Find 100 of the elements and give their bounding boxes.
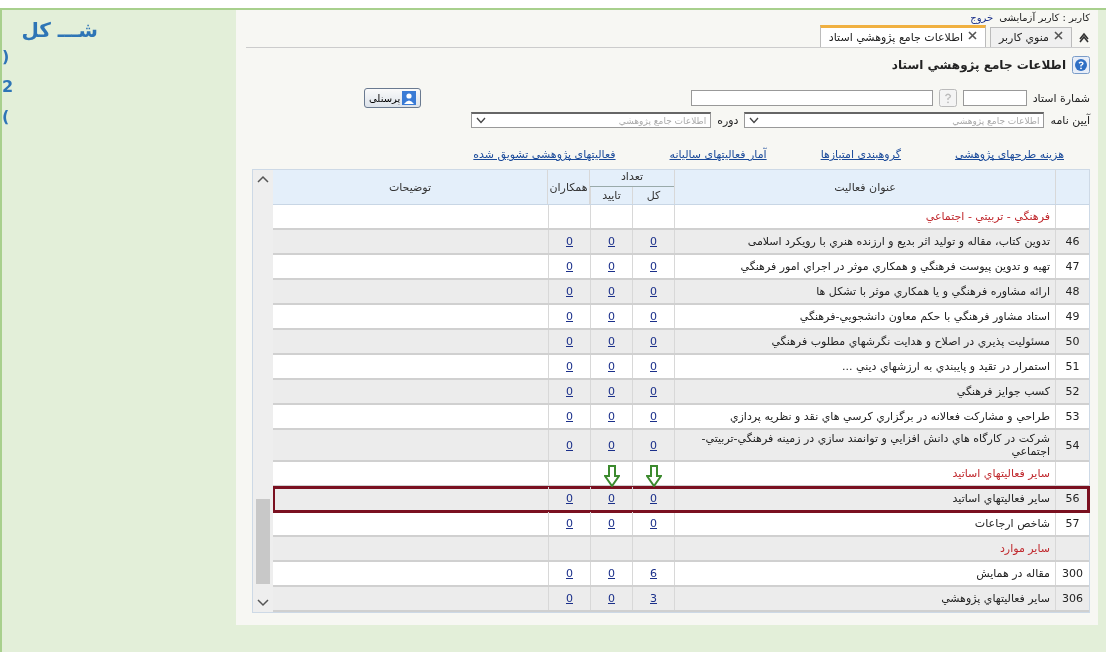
table-cell: شاخص ارجاعات — [674, 512, 1055, 535]
table-cell: 52 — [1055, 380, 1089, 403]
caption-mark: ) — [2, 46, 11, 68]
table-cell: تدوین کتاب، مقاله و تولید اثر بدیع و ارزنده هنري با رویکرد اسلامی — [674, 230, 1055, 253]
count-link[interactable]: 0 — [650, 410, 657, 423]
count-link[interactable]: 0 — [566, 335, 573, 348]
count-link[interactable]: 3 — [650, 592, 657, 605]
table-cell: 48 — [1055, 280, 1089, 303]
count-link[interactable]: 0 — [608, 592, 615, 605]
logout-link[interactable]: خروج — [970, 12, 994, 23]
count-link[interactable]: 0 — [650, 517, 657, 530]
collapse-icon[interactable] — [1078, 31, 1090, 43]
close-icon[interactable] — [1054, 31, 1063, 40]
table-cell: 306 — [1055, 587, 1089, 610]
table-cell: 47 — [1055, 255, 1089, 278]
count-link[interactable]: 0 — [650, 492, 657, 505]
count-link[interactable]: 0 — [566, 567, 573, 580]
field-label: دوره — [717, 113, 739, 127]
nav-link[interactable]: هزینه طرحهای پژوهشی — [954, 148, 1064, 161]
scrollbar[interactable] — [253, 170, 273, 612]
count-link[interactable]: 0 — [608, 492, 615, 505]
table-cell: مسئوليت پذيري در اصلاح و هدايت نگرشهاي مطلوب فرهنگي — [674, 330, 1055, 353]
table-cell: مقاله در همايش — [674, 562, 1055, 585]
count-link[interactable]: 0 — [650, 260, 657, 273]
figure-caption: شـــ کل — [20, 18, 98, 42]
close-icon[interactable] — [967, 31, 977, 40]
professor-number-field[interactable] — [962, 90, 1027, 106]
count-link[interactable]: 6 — [650, 567, 657, 580]
tab[interactable]: اطلاعات جامع پژوهشي استاد — [819, 25, 986, 47]
table-cell: شرکت در کارگاه هاي دانش افزايي و توانمند سازي در زمينه فرهنگي-تربيتي-اجتماعي — [674, 430, 1055, 460]
count-link[interactable]: 0 — [566, 410, 573, 423]
count-link[interactable]: 0 — [566, 285, 573, 298]
column-header: توضیحات — [387, 179, 433, 196]
table-cell: طراحي و مشارکت فعالانه در برگزاري کرسي هاي نقد و نظريه پردازي — [674, 405, 1055, 428]
field-label: شمارة استاد — [1032, 91, 1090, 105]
count-link[interactable]: 0 — [650, 360, 657, 373]
count-link[interactable]: 0 — [650, 285, 657, 298]
scroll-up-icon[interactable] — [257, 174, 269, 184]
table-cell: 53 — [1055, 405, 1089, 428]
table-cell: ساير فعاليتهاي اساتيد — [674, 487, 1055, 510]
page-title: اطلاعات جامع پژوهشي استاد — [891, 58, 1066, 72]
table-cell: 54 — [1055, 430, 1089, 460]
table-cell: 57 — [1055, 512, 1089, 535]
scrollbar-thumb[interactable] — [256, 499, 270, 584]
table-cell: کسب جوايز فرهنگي — [674, 380, 1055, 403]
field-label: آیین نامه — [1050, 113, 1090, 127]
chevron-down-icon[interactable] — [749, 117, 760, 124]
table-cell: 50 — [1055, 330, 1089, 353]
column-header: عنوان فعالیت — [674, 170, 1055, 204]
count-link[interactable]: 0 — [608, 385, 615, 398]
count-link[interactable]: 0 — [566, 517, 573, 530]
column-header: همکاران — [547, 170, 589, 204]
caption-mark: 2 — [2, 76, 15, 98]
count-link[interactable]: 0 — [608, 235, 615, 248]
count-link[interactable]: 0 — [566, 592, 573, 605]
table-cell: 56 — [1055, 487, 1089, 510]
personnel-button[interactable]: پرسنلی — [364, 88, 422, 108]
nav-link[interactable]: گروهبندی امتیازها — [820, 148, 901, 161]
nav-link[interactable]: فعالیتهای پژوهشی تشویق شده — [473, 148, 616, 161]
chevron-down-icon[interactable] — [476, 117, 487, 124]
count-link[interactable]: 0 — [608, 260, 615, 273]
count-link[interactable]: 0 — [566, 310, 573, 323]
count-link[interactable]: 0 — [566, 385, 573, 398]
table-cell: ارائه مشاوره فرهنگي و يا همکاري موثر با تشکل ها — [674, 280, 1055, 303]
help-icon[interactable] — [1072, 56, 1090, 74]
scroll-down-icon[interactable] — [257, 598, 269, 608]
count-link[interactable]: 0 — [566, 360, 573, 373]
table-cell: استمرار در تقيد و پايبندي به ارزشهاي ديني ... — [674, 355, 1055, 378]
count-link[interactable]: 0 — [566, 492, 573, 505]
column-header: تایید — [590, 187, 632, 204]
table-cell: 300 — [1055, 562, 1089, 585]
count-link[interactable]: 0 — [650, 438, 657, 452]
caption-mark: ( — [2, 106, 11, 128]
person-icon — [402, 91, 417, 105]
tab[interactable]: منوي کاربر — [989, 27, 1072, 47]
count-link[interactable]: 0 — [608, 410, 615, 423]
section-heading: ساير فعاليتهاي اساتيد — [674, 462, 1055, 485]
table-cell: استاد مشاور فرهنگي با حکم معاون دانشجويي-فرهنگي — [674, 305, 1055, 328]
user-label: کاربر : کاربر آزمایشی — [999, 12, 1090, 23]
table-cell: 49 — [1055, 305, 1089, 328]
count-link[interactable]: 0 — [566, 260, 573, 273]
count-link[interactable]: 0 — [650, 385, 657, 398]
count-link[interactable]: 0 — [608, 310, 615, 323]
count-link[interactable]: 0 — [608, 335, 615, 348]
nav-link[interactable]: آمار فعالیتهای سالیانه — [669, 148, 767, 161]
count-link[interactable]: 0 — [566, 438, 573, 452]
count-link[interactable]: 0 — [650, 335, 657, 348]
count-link[interactable]: 0 — [650, 235, 657, 248]
count-link[interactable]: 0 — [608, 438, 615, 452]
count-link[interactable]: 0 — [566, 235, 573, 248]
column-header: کل — [632, 187, 674, 204]
column-header: تعداد — [590, 170, 674, 187]
count-link[interactable]: 0 — [650, 310, 657, 323]
count-link[interactable]: 0 — [608, 567, 615, 580]
table-cell: 46 — [1055, 230, 1089, 253]
count-link[interactable]: 0 — [608, 360, 615, 373]
count-link[interactable]: 0 — [608, 517, 615, 530]
count-link[interactable]: 0 — [608, 285, 615, 298]
table-cell: 51 — [1055, 355, 1089, 378]
professor-name-field[interactable] — [690, 90, 933, 106]
